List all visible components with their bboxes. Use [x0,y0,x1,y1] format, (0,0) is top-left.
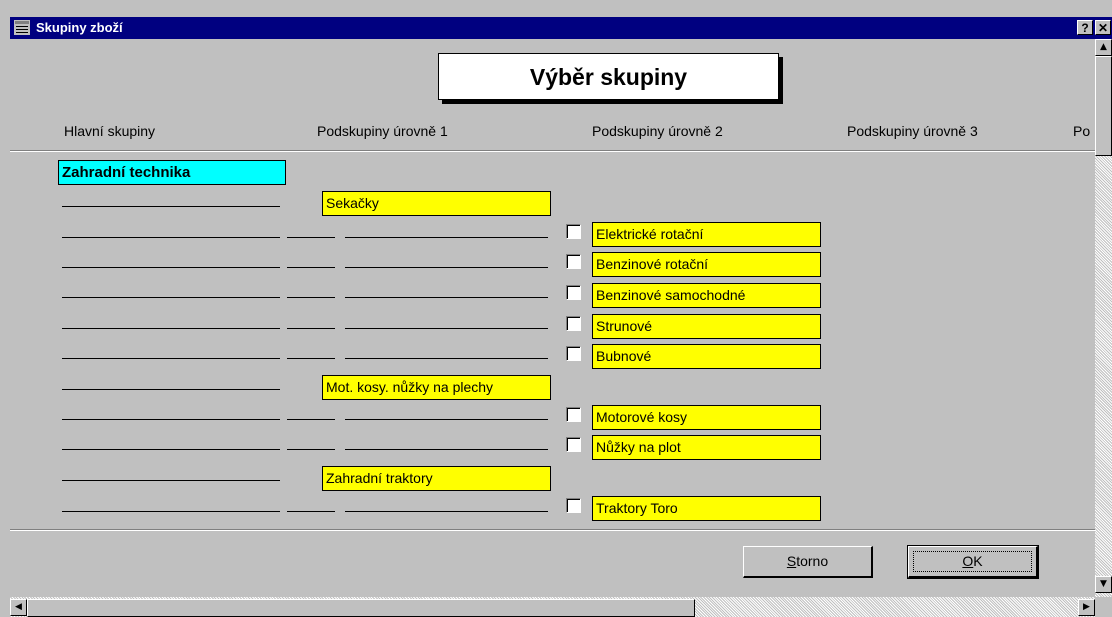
subgroup-checkbox[interactable] [566,285,581,300]
column-header-level3: Podskupiny úrovně 3 [847,123,978,139]
tree-connector [345,511,548,512]
subgroup-level2-item[interactable]: Traktory Toro [592,496,821,521]
subgroup-level1-item[interactable]: Mot. kosy. nůžky na plechy [322,375,551,400]
scroll-left-icon[interactable]: ◀ [10,599,27,616]
subgroup-level2-item[interactable]: Benzinové rotační [592,252,821,277]
tree-connector [287,419,335,420]
tree-connector [287,328,335,329]
column-header-level2: Podskupiny úrovně 2 [592,123,723,139]
header-divider-highlight [10,151,1095,152]
window-menu-icon[interactable] [14,20,30,35]
dialog-client: Výběr skupiny Hlavní skupiny Podskupiny … [10,39,1095,597]
storno-accelerator: S [786,553,797,569]
help-button[interactable]: ? [1077,20,1093,35]
tree-connector [62,449,280,450]
tree-connector [62,267,280,268]
subgroup-level2-item[interactable]: Elektrické rotační [592,222,821,247]
main-group-item[interactable]: Zahradní technika [58,160,286,185]
scroll-down-icon[interactable]: ▼ [1095,576,1112,593]
vertical-scrollbar[interactable]: ▲ ▼ [1095,39,1112,597]
subgroup-checkbox[interactable] [566,254,581,269]
tree-connector [345,237,548,238]
close-button[interactable]: ✕ [1095,20,1111,35]
subgroup-level2-item[interactable]: Strunové [592,314,821,339]
tree-connector [287,511,335,512]
subgroup-checkbox[interactable] [566,407,581,422]
subgroup-checkbox[interactable] [566,346,581,361]
horizontal-scrollbar[interactable]: ◀ ▶ [10,597,1095,617]
tree-connector [345,297,548,298]
storno-label: torno [796,553,829,569]
tree-connector [287,449,335,450]
tree-connector [62,206,280,207]
tree-connector [62,389,280,390]
tree-connector [62,237,280,238]
subgroup-checkbox[interactable] [566,316,581,331]
focus-rect [913,551,1032,572]
tree-connector [62,419,280,420]
title-bar[interactable]: Skupiny zboží ? ✕ [10,17,1112,39]
subgroup-level2-item[interactable]: Benzinové samochodné [592,283,821,308]
tree-connector [345,449,548,450]
ok-button[interactable]: OK [907,545,1039,579]
tree-connector [62,297,280,298]
subgroup-checkbox[interactable] [566,437,581,452]
tree-connector [345,328,548,329]
tree-connector [345,419,548,420]
vertical-scroll-thumb[interactable] [1095,56,1112,156]
window-title: Skupiny zboží [36,20,123,35]
tree-connector [287,267,335,268]
tree-connector [287,237,335,238]
column-header-main: Hlavní skupiny [64,123,156,139]
scroll-right-icon[interactable]: ▶ [1078,599,1095,616]
page-title: Výběr skupiny [438,53,779,100]
tree-connector [62,511,280,512]
tree-connector [62,358,280,359]
subgroup-level2-item[interactable]: Bubnové [592,344,821,369]
storno-button[interactable]: Storno [743,546,873,578]
tree-connector [345,358,548,359]
subgroup-level2-item[interactable]: Nůžky na plot [592,435,821,460]
footer-divider-highlight [10,530,1095,531]
subgroup-checkbox[interactable] [566,224,581,239]
tree-connector [62,328,280,329]
tree-connector [287,297,335,298]
subgroup-level2-item[interactable]: Motorové kosy [592,405,821,430]
scroll-up-icon[interactable]: ▲ [1095,39,1112,56]
column-header-level1: Podskupiny úrovně 1 [317,123,448,139]
subgroup-checkbox[interactable] [566,498,581,513]
subgroup-level1-item[interactable]: Zahradní traktory [322,466,551,491]
subgroup-level1-item[interactable]: Sekačky [322,191,551,216]
tree-connector [345,267,548,268]
column-header-level4: Po [1073,123,1091,139]
dialog-window: Skupiny zboží ? ✕ Výběr skupiny Hlavní s… [0,0,1112,617]
tree-connector [62,480,280,481]
tree-connector [287,358,335,359]
horizontal-scroll-thumb[interactable] [27,599,695,617]
